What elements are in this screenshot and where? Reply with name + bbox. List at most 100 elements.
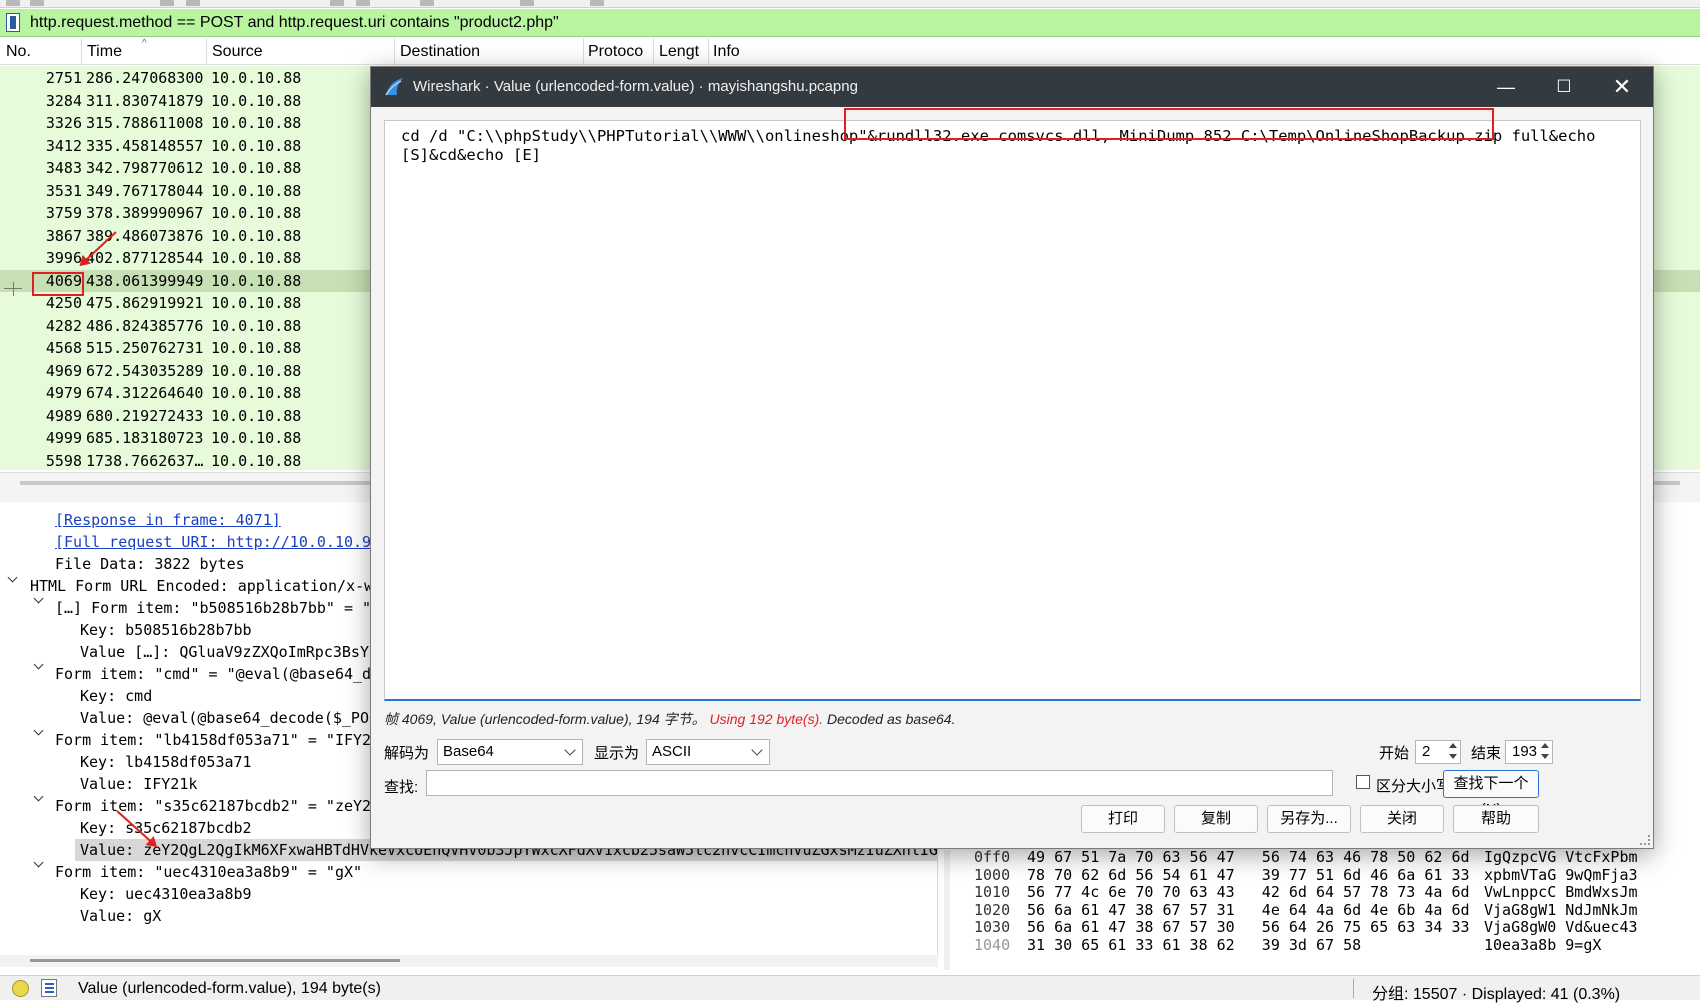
resize-grip-icon[interactable]	[1640, 835, 1650, 845]
column-header-protocol[interactable]: Protoco	[588, 43, 643, 61]
case-sensitive-label: 区分大小写	[1376, 778, 1452, 795]
column-header-info[interactable]: Info	[713, 43, 740, 61]
column-divider[interactable]	[708, 38, 709, 65]
chevron-down-icon[interactable]	[34, 727, 46, 739]
detail-horizontal-scrollbar[interactable]	[0, 955, 938, 967]
packet-time-cell: 475.862919921	[86, 294, 204, 312]
chevron-down-icon[interactable]	[34, 793, 46, 805]
chevron-down-icon[interactable]	[34, 661, 46, 673]
toolbar-button[interactable]	[330, 0, 344, 6]
form-item-node[interactable]: Form item: "uec4310ea3a8b9" = "gX"	[55, 861, 362, 883]
packet-time-cell: 438.061399949	[86, 271, 204, 290]
packet-number-cell: 3531	[45, 181, 82, 200]
end-spinbox[interactable]: 193	[1505, 740, 1553, 764]
form-value-line[interactable]: Value: IFY21k	[80, 773, 197, 795]
form-item-node[interactable]: Form item: "s35c62187bcdb2" = "zeY2	[55, 795, 371, 817]
packet-number-cell: 5598	[45, 451, 82, 470]
spin-down-icon[interactable]	[1449, 754, 1457, 759]
packet-time-cell: 349.767178044	[86, 181, 204, 200]
print-button[interactable]: 打印	[1081, 805, 1165, 833]
column-divider[interactable]	[394, 38, 395, 65]
dialog-info-line: 帧 4069, Value (urlencoded-form.value), 1…	[384, 709, 955, 729]
toolbar-button[interactable]	[6, 0, 20, 6]
form-item-node[interactable]: Form item: "cmd" = "@eval(@base64_d	[55, 663, 371, 685]
start-spinbox[interactable]: 2	[1415, 740, 1461, 764]
column-divider[interactable]	[583, 38, 584, 65]
status-led-icon[interactable]	[12, 980, 29, 997]
column-header-time[interactable]: Time	[87, 43, 122, 61]
column-header-no[interactable]: No.	[6, 43, 31, 61]
form-key-line[interactable]: Key: s35c62187bcdb2	[80, 817, 252, 839]
chevron-down-icon[interactable]	[8, 574, 20, 586]
form-key-line[interactable]: Key: lb4158df053a71	[80, 751, 252, 773]
form-item-node[interactable]: Form item: "lb4158df053a71" = "IFY2	[55, 729, 371, 751]
maximize-icon[interactable]: ☐	[1535, 67, 1593, 107]
end-label: 结束	[1471, 745, 1502, 762]
form-value-line[interactable]: Value: gX	[80, 905, 161, 927]
column-header-destination[interactable]: Destination	[400, 43, 480, 61]
form-item-node[interactable]: […] Form item: "b508516b28b7bb" = "	[55, 597, 371, 619]
toolbar-button[interactable]	[420, 0, 434, 6]
toolbar-button[interactable]	[30, 0, 44, 6]
save-as-button[interactable]: 另存为...	[1267, 805, 1351, 833]
packet-bytes-pane[interactable]: 0ff0 49 67 51 7a 70 63 56 47 56 74 63 46 …	[962, 848, 1700, 958]
toolbar-button[interactable]	[186, 0, 200, 6]
packet-time-cell: 674.312264640	[86, 384, 204, 402]
case-sensitive-checkbox[interactable]	[1356, 775, 1370, 789]
packet-time-cell: 680.219272433	[86, 406, 204, 425]
show-as-select[interactable]: ASCII	[646, 739, 770, 765]
wireshark-fin-icon	[385, 78, 403, 96]
column-header-length[interactable]: Lengt	[659, 43, 699, 61]
form-url-encoded-node[interactable]: HTML Form URL Encoded: application/x-w	[30, 575, 373, 597]
column-divider[interactable]	[206, 38, 207, 65]
packet-number-cell: 3326	[45, 114, 82, 132]
packet-number-cell: 4568	[45, 339, 82, 357]
packet-number-cell: 4979	[45, 384, 82, 402]
packet-source-cell: 10.0.10.88	[211, 294, 302, 312]
column-header-source[interactable]: Source	[212, 43, 263, 61]
dialog-titlebar[interactable]: Wireshark · Value (urlencoded-form.value…	[371, 67, 1653, 107]
spin-up-icon[interactable]	[1449, 743, 1457, 748]
toolbar-button[interactable]	[356, 0, 370, 6]
packet-source-cell: 10.0.10.88	[211, 114, 302, 132]
form-key-line[interactable]: Key: cmd	[80, 685, 152, 707]
full-request-uri-link[interactable]: [Full request URI: http://10.0.10.9	[55, 531, 371, 553]
packet-number-cell: 3412	[45, 136, 82, 155]
close-icon[interactable]: ✕	[1593, 67, 1651, 107]
column-divider[interactable]	[81, 38, 82, 65]
display-filter-input[interactable]: http.request.method == POST and http.req…	[30, 14, 559, 32]
file-data-line[interactable]: File Data: 3822 bytes	[55, 553, 245, 575]
hex-ascii: VjaG8gW1 NdJmNkJm	[1484, 900, 1638, 919]
form-value-line[interactable]: Value […]: QGluaV9zZXQoImRpc3BsY	[80, 641, 369, 663]
packet-source-cell: 10.0.10.88	[211, 249, 302, 267]
spin-up-icon[interactable]	[1541, 743, 1549, 748]
chevron-down-icon[interactable]	[34, 859, 46, 871]
decode-as-value: Base64	[443, 743, 494, 760]
hex-bytes: 49 67 51 7a 70 63 56 47 56 74 63 46 78 5…	[1027, 848, 1470, 866]
packet-source-cell: 10.0.10.88	[211, 204, 302, 222]
capture-comment-icon[interactable]	[41, 979, 57, 997]
bookmark-icon[interactable]	[6, 13, 20, 32]
toolbar-button[interactable]	[160, 0, 174, 6]
spin-down-icon[interactable]	[1541, 754, 1549, 759]
find-next-button[interactable]: 查找下一个(N)	[1443, 770, 1539, 818]
find-input[interactable]	[426, 770, 1333, 796]
copy-button[interactable]: 复制	[1174, 805, 1258, 833]
close-button[interactable]: 关闭	[1360, 805, 1444, 833]
form-value-line[interactable]: Value: @eval(@base64_decode($_POS	[80, 707, 378, 729]
decode-as-select[interactable]: Base64	[437, 739, 583, 765]
chevron-down-icon[interactable]	[34, 595, 46, 607]
column-divider[interactable]	[653, 38, 654, 65]
toolbar-button[interactable]	[520, 0, 534, 6]
find-label: 查找:	[384, 779, 419, 796]
form-key-line[interactable]: Key: b508516b28b7bb	[80, 619, 252, 641]
decoded-bytes-text[interactable]: cd /d "C:\\phpStudy\\PHPTutorial\\WWW\\o…	[384, 120, 1641, 701]
form-key-line[interactable]: Key: uec4310ea3a8b9	[80, 883, 252, 905]
minimize-icon[interactable]: —	[1477, 67, 1535, 107]
response-frame-link[interactable]: [Response in frame: 4071]	[55, 509, 281, 531]
display-filter-bar[interactable]: http.request.method == POST and http.req…	[0, 9, 1700, 37]
help-button[interactable]: 帮助	[1453, 805, 1539, 833]
hex-offset: 1000	[974, 865, 1011, 884]
pane-splitter[interactable]	[944, 850, 950, 970]
toolbar-button[interactable]	[590, 0, 604, 6]
